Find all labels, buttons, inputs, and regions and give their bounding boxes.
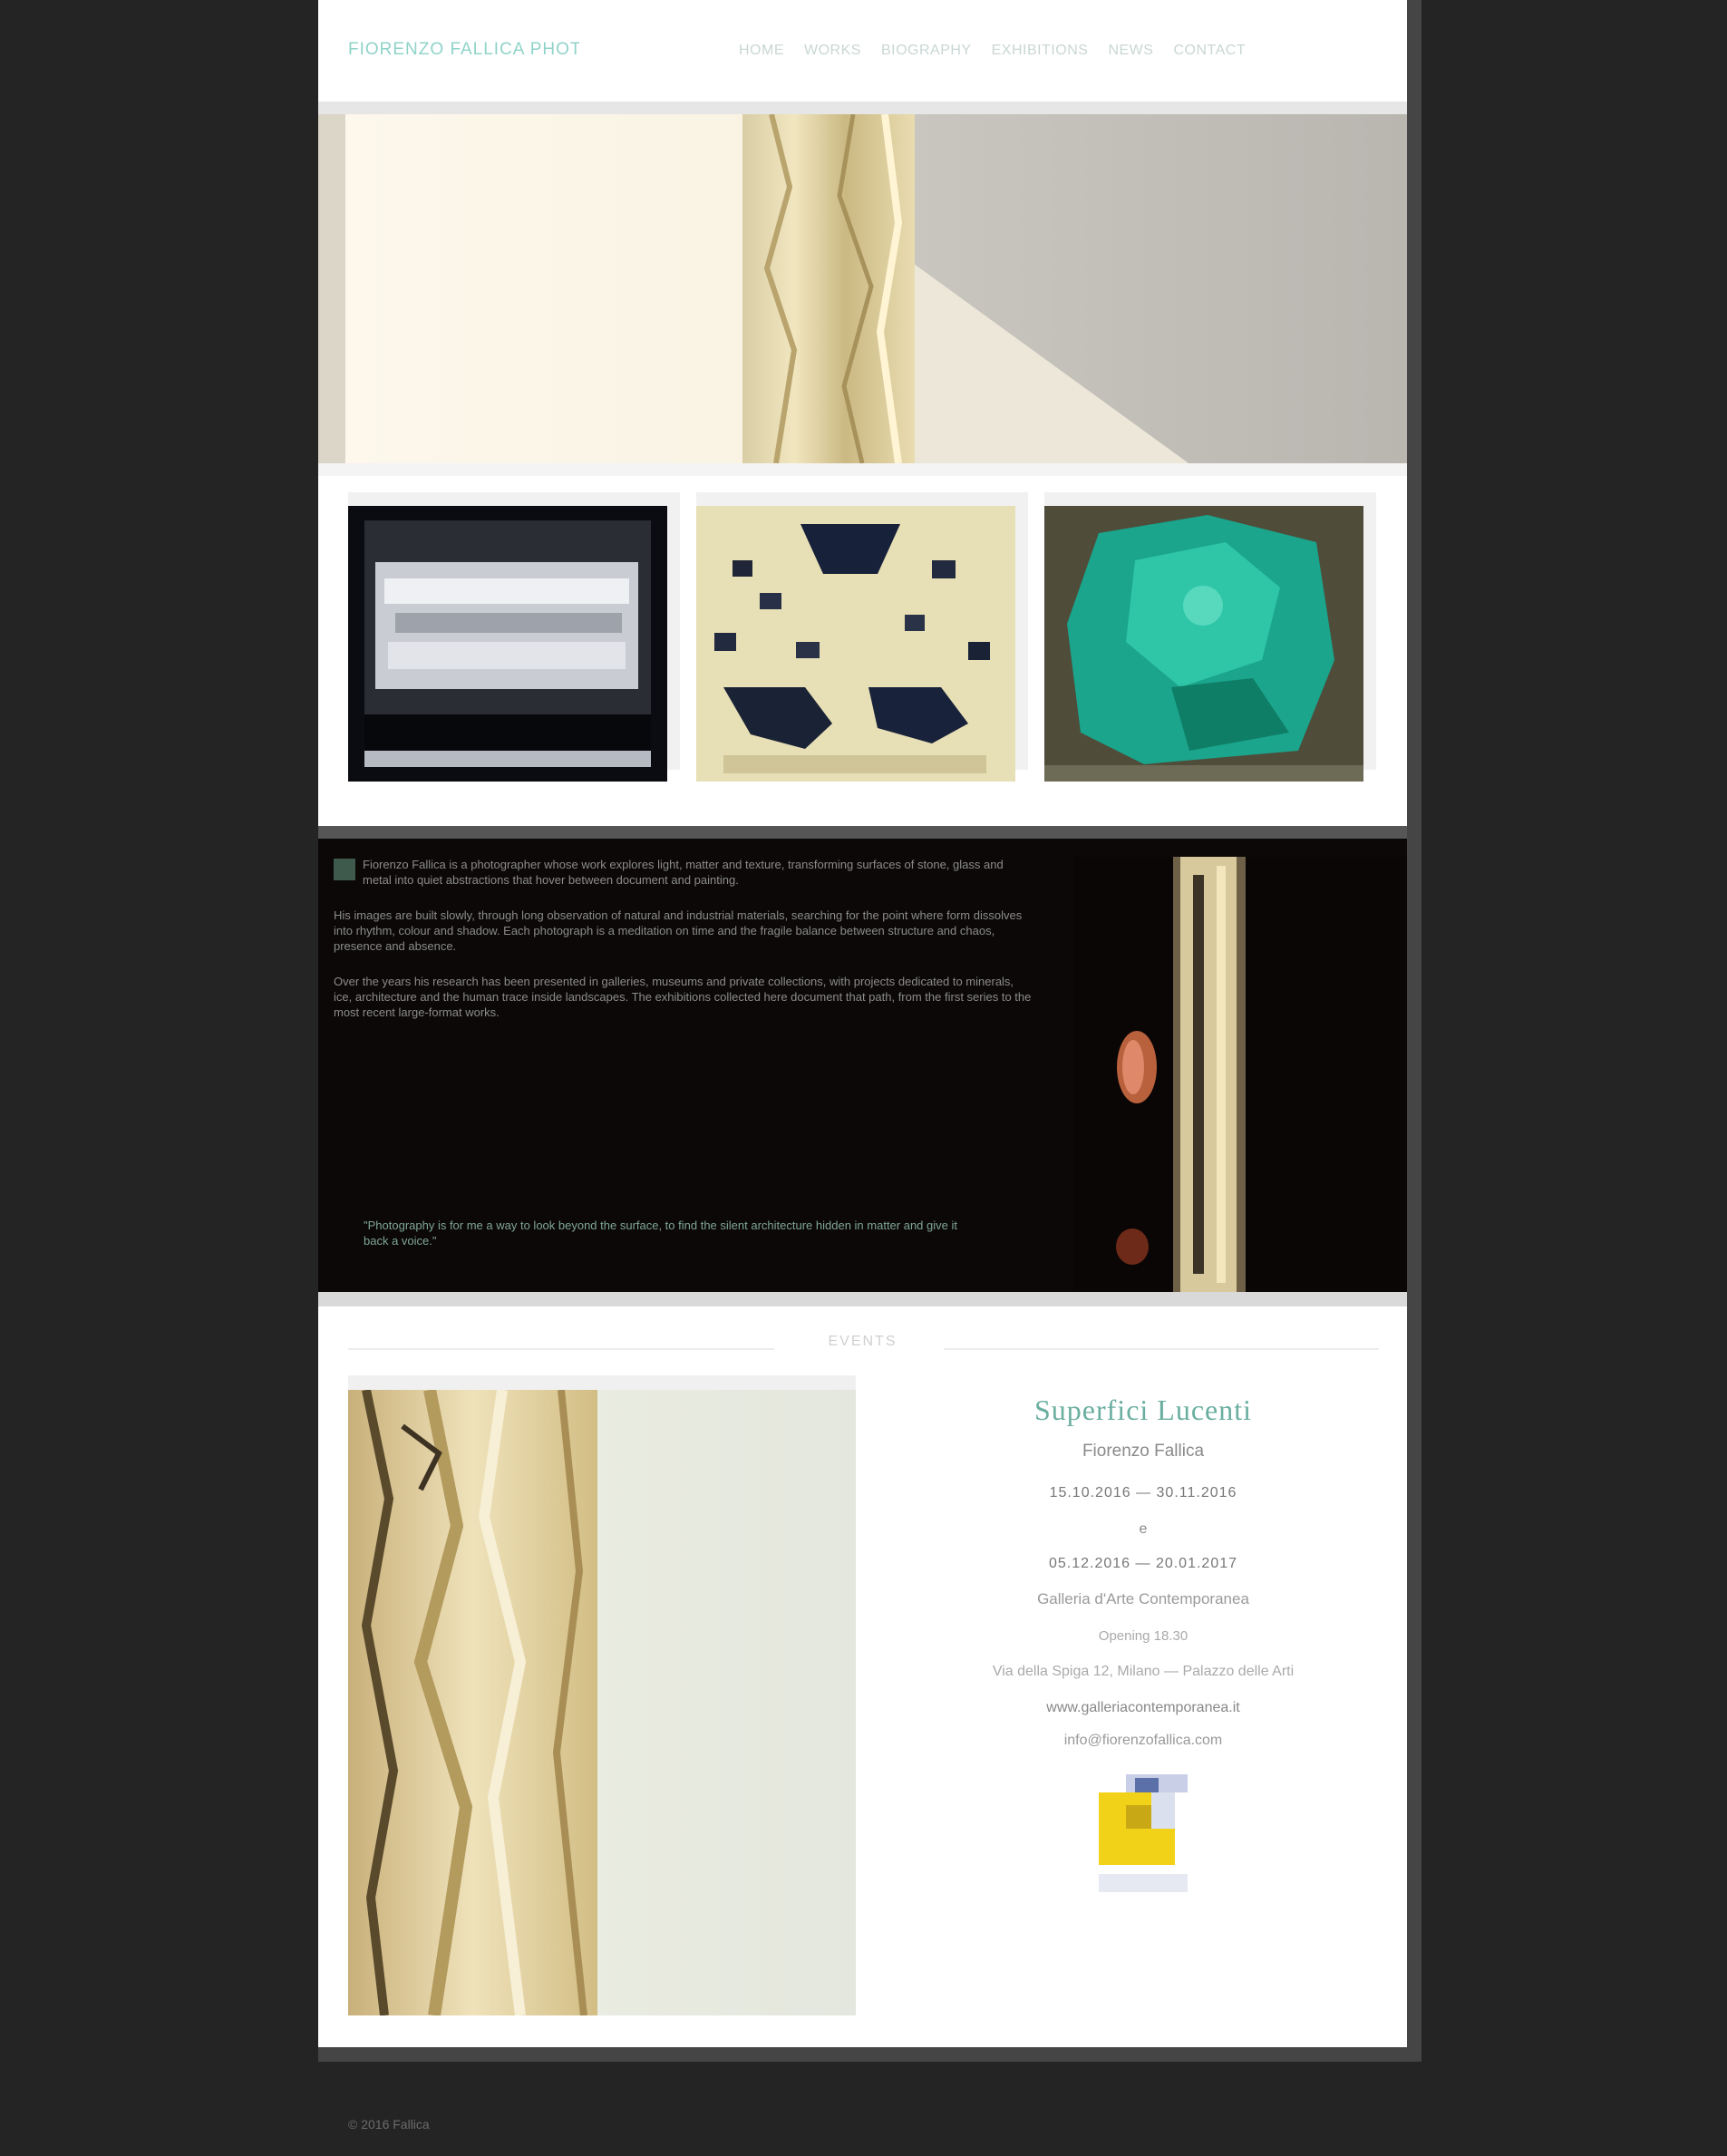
nav-home[interactable]: HOME [739,40,784,62]
about-quote: "Photography is for me a way to look bey… [364,1219,957,1248]
about-section: Fiorenzo Fallica is a photographer whose… [318,839,1407,1292]
opening-time: Opening 18.30 [1098,1628,1189,1644]
gallery-website-link[interactable]: www.galleriacontemporanea.it [898,1700,1388,1716]
partner-logo [1099,1774,1188,1892]
thumbnail-2[interactable] [696,492,1028,782]
about-paragraph-1: Fiorenzo Fallica is a photographer whose… [334,857,1032,888]
exhibition-dates-2: 05.12.2016 — 20.01.2017 [1048,1556,1238,1571]
main-nav: HOME WORKS BIOGRAPHY EXHIBITIONS NEWS CO… [739,40,1246,62]
nav-exhibitions[interactable]: EXHIBITIONS [992,40,1089,62]
contact-email-link[interactable]: info@fiorenzofallica.com [898,1733,1388,1749]
nav-works[interactable]: WORKS [804,40,861,62]
divider [318,1292,1407,1306]
hero-image [318,114,1407,463]
drop-cap-square [334,859,355,880]
about-text: Fiorenzo Fallica is a photographer whose… [334,857,1032,1040]
dates-connector: e [1139,1521,1148,1537]
exhibition-title: Superfici Lucenti [1033,1394,1253,1426]
exhibition-info: Superfici Lucenti Fiorenzo Fallica 15.10… [898,1394,1388,1892]
about-paragraph-3: Over the years his research has been pre… [334,975,1032,1019]
title-rule-right [944,1348,1379,1350]
about-paragraph-2: His images are built slowly, through lon… [334,908,1023,953]
site-header: FIORENZO FALLICA PHOTOGRAPHY HOME WORKS … [318,0,1407,102]
exhibition-artist: Fiorenzo Fallica [1082,1442,1205,1461]
nav-news[interactable]: NEWS [1108,40,1153,62]
gallery-name: Galleria d'Arte Contemporanea [1037,1590,1249,1607]
divider [318,826,1407,839]
divider [318,463,1407,476]
artist-portrait [1073,857,1407,1292]
thumbnail-row [318,476,1407,826]
page-frame: FIORENZO FALLICA PHOTOGRAPHY HOME WORKS … [318,0,1421,2062]
thumbnail-1[interactable] [348,492,680,782]
footer-copyright: © 2016 Fallica [348,2117,430,2132]
site-logo[interactable]: FIORENZO FALLICA PHOTOGRAPHY [348,40,579,60]
exhibition-dates-1: 15.10.2016 — 30.11.2016 [1049,1485,1237,1500]
nav-biography[interactable]: BIOGRAPHY [881,40,972,62]
gallery-address: Via della Spiga 12, Milano — Palazzo del… [992,1664,1295,1679]
page-content: FIORENZO FALLICA PHOTOGRAPHY HOME WORKS … [318,0,1407,2047]
divider [318,102,1407,114]
thumbnail-3[interactable] [1044,492,1376,782]
nav-contact[interactable]: CONTACT [1173,40,1246,62]
events-section: EVENTS Superfici Lucenti Fiorenzo Fallic… [318,1306,1407,2047]
exhibition-image[interactable] [348,1375,856,2015]
